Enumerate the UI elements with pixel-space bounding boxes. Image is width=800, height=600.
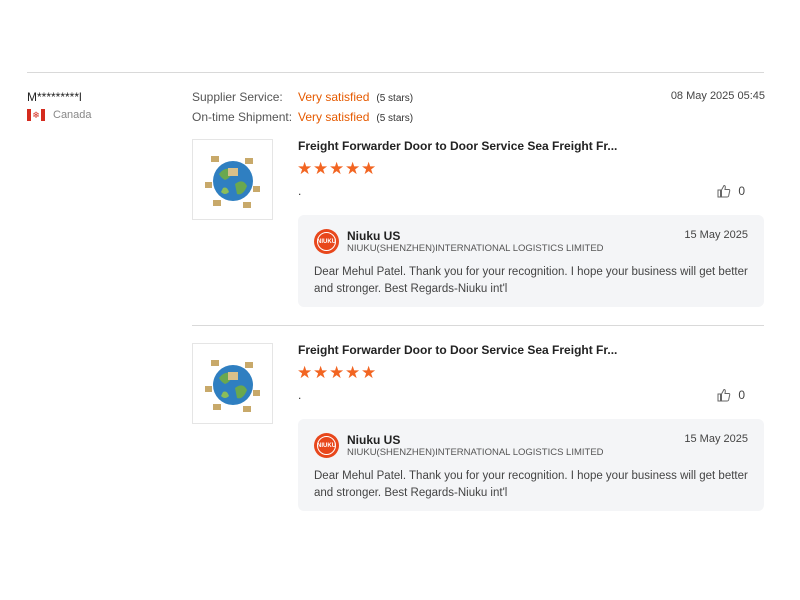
supplier-reply: NIUKU Niuku US NIUKU(SHENZHEN)INTERNATIO… [298, 419, 764, 511]
review-entry: Freight Forwarder Door to Door Service S… [192, 343, 764, 523]
rating-label: On-time Shipment: [192, 110, 293, 124]
star-icon: ★ [361, 363, 377, 382]
review-date: 08 May 2025 05:45 [670, 90, 765, 102]
rating-stars-text: (5 stars) [376, 93, 414, 104]
product-title[interactable]: Freight Forwarder Door to Door Service S… [298, 139, 617, 153]
star-icon: ★ [329, 363, 345, 382]
reviewer-name: M*********l [27, 90, 82, 104]
star-icon: ★ [329, 159, 345, 178]
logo-text: NIUKU [317, 232, 336, 251]
rating-stars-text: (5 stars) [376, 113, 414, 124]
reply-name: Niuku US [347, 433, 401, 447]
reply-text: Dear Mehul Patel. Thank you for your rec… [314, 266, 748, 295]
globe-with-boxes-icon [204, 155, 260, 208]
globe-with-boxes-icon [204, 359, 260, 412]
entry-divider [192, 325, 764, 326]
niuku-logo-icon: NIUKU [314, 229, 339, 254]
product-thumbnail[interactable] [192, 343, 273, 424]
reply-date: 15 May 2025 [684, 229, 748, 241]
star-icon: ★ [297, 159, 313, 178]
reply-date: 15 May 2025 [684, 433, 748, 445]
like-count: 0 [738, 184, 745, 198]
reviewer-country: ❄ Canada [27, 109, 92, 121]
star-icon: ★ [345, 363, 361, 382]
logo-text: NIUKU [317, 436, 336, 455]
review-comment: . [298, 184, 302, 198]
star-icon: ★ [297, 363, 313, 382]
product-thumbnail[interactable] [192, 139, 273, 220]
star-icon: ★ [345, 159, 361, 178]
thumbs-up-icon [717, 388, 731, 402]
star-icon: ★ [361, 159, 377, 178]
country-label: Canada [53, 109, 92, 121]
reply-name: Niuku US [347, 229, 401, 243]
supplier-reply: NIUKU Niuku US NIUKU(SHENZHEN)INTERNATIO… [298, 215, 764, 307]
reply-company: NIUKU(SHENZHEN)INTERNATIONAL LOGISTICS L… [347, 243, 604, 254]
star-rating: ★ ★ ★ ★ ★ [297, 364, 377, 382]
product-title[interactable]: Freight Forwarder Door to Door Service S… [298, 343, 617, 357]
rating-value: Very satisfied [298, 110, 370, 124]
star-rating: ★ ★ ★ ★ ★ [297, 160, 377, 178]
like-button[interactable]: 0 [717, 388, 745, 402]
canada-flag-icon: ❄ [27, 109, 45, 121]
rating-value: Very satisfied [298, 90, 370, 104]
niuku-logo-icon: NIUKU [314, 433, 339, 458]
rating-row: Supplier Service: Very satisfied (5 star… [192, 90, 413, 110]
rating-row: On-time Shipment: Very satisfied (5 star… [192, 110, 413, 130]
reply-company: NIUKU(SHENZHEN)INTERNATIONAL LOGISTICS L… [347, 447, 604, 458]
star-icon: ★ [313, 159, 329, 178]
rating-label: Supplier Service: [192, 90, 283, 104]
like-button[interactable]: 0 [717, 184, 745, 198]
review-comment: . [298, 388, 302, 402]
like-count: 0 [738, 388, 745, 402]
review-entry: Freight Forwarder Door to Door Service S… [192, 139, 764, 319]
ratings-block: Supplier Service: Very satisfied (5 star… [192, 90, 413, 130]
thumbs-up-icon [717, 184, 731, 198]
star-icon: ★ [313, 363, 329, 382]
reply-text: Dear Mehul Patel. Thank you for your rec… [314, 470, 748, 499]
top-divider [27, 72, 764, 73]
